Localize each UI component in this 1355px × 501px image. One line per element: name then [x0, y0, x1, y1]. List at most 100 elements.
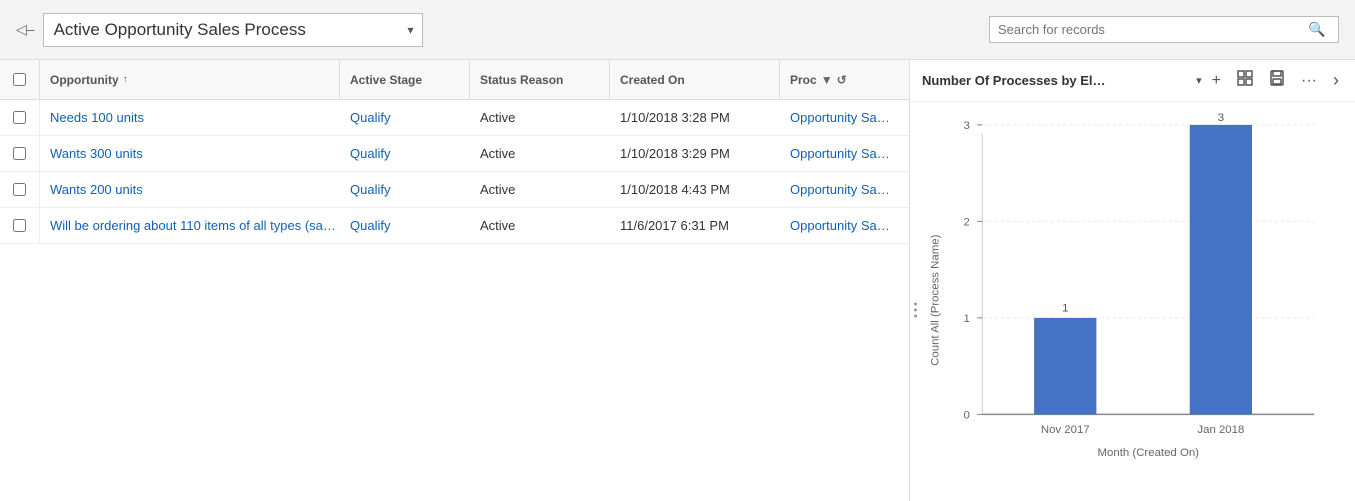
- chart-expand-button[interactable]: ›: [1329, 68, 1343, 93]
- x-axis-label: Month (Created On): [1098, 447, 1200, 459]
- cell-stage-0: Qualify: [340, 100, 470, 135]
- process-value-3[interactable]: Opportunity Sa…: [790, 218, 890, 233]
- cell-process-2: Opportunity Sa…: [780, 172, 910, 207]
- bar-label-jan-2018: 3: [1218, 112, 1224, 124]
- cell-status-3: Active: [470, 208, 610, 243]
- cell-status-1: Active: [470, 136, 610, 171]
- col-header-created-on[interactable]: Created On: [610, 60, 780, 99]
- select-all-checkbox[interactable]: [13, 73, 26, 86]
- search-box: 🔍: [989, 16, 1339, 43]
- row-checkbox-1[interactable]: [13, 147, 26, 160]
- stage-value-2[interactable]: Qualify: [350, 182, 390, 197]
- cell-stage-2: Qualify: [340, 172, 470, 207]
- created-value-3: 11/6/2017 6:31 PM: [620, 218, 729, 233]
- cell-created-1: 1/10/2018 3:29 PM: [610, 136, 780, 171]
- dot-1: [914, 303, 917, 306]
- refresh-icon[interactable]: ↺: [837, 73, 847, 87]
- col-status-label: Status Reason: [480, 73, 563, 87]
- col-process-label: Proc: [790, 73, 817, 87]
- table-section: Opportunity ↑ Active Stage Status Reason…: [0, 60, 910, 501]
- cell-opportunity-0: Needs 100 units: [40, 100, 340, 135]
- y-tick-0: 0: [963, 410, 969, 422]
- row-checkbox-2[interactable]: [13, 183, 26, 196]
- cell-status-0: Active: [470, 100, 610, 135]
- opportunity-link-1[interactable]: Wants 300 units: [50, 146, 143, 161]
- stage-value-3[interactable]: Qualify: [350, 218, 390, 233]
- filter-icon[interactable]: ▼: [821, 73, 833, 87]
- col-created-label: Created On: [620, 73, 685, 87]
- main-content: Opportunity ↑ Active Stage Status Reason…: [0, 60, 1355, 501]
- stage-value-1[interactable]: Qualify: [350, 146, 390, 161]
- stage-value-0[interactable]: Qualify: [350, 110, 390, 125]
- status-value-2: Active: [480, 182, 515, 197]
- y-tick-2: 2: [963, 217, 969, 229]
- chart-drag-handle[interactable]: [910, 303, 921, 318]
- chart-add-button[interactable]: +: [1208, 70, 1225, 92]
- y-tick-1: 1: [963, 313, 969, 325]
- search-input[interactable]: [998, 22, 1308, 37]
- chart-title-dropdown-icon[interactable]: ▾: [1196, 74, 1202, 87]
- view-title[interactable]: Active Opportunity Sales Process: [43, 13, 423, 47]
- cell-process-1: Opportunity Sa…: [780, 136, 910, 171]
- cell-process-0: Opportunity Sa…: [780, 100, 910, 135]
- opportunity-link-3[interactable]: Will be ordering about 110 items of all …: [50, 218, 336, 233]
- cell-status-2: Active: [470, 172, 610, 207]
- chart-save-button[interactable]: [1265, 68, 1289, 93]
- cell-opportunity-1: Wants 300 units: [40, 136, 340, 171]
- sort-asc-icon: ↑: [123, 74, 128, 85]
- row-checkbox-cell-2[interactable]: [0, 172, 40, 207]
- x-label-jan-2018: Jan 2018: [1197, 424, 1244, 436]
- search-icon[interactable]: 🔍: [1308, 21, 1325, 38]
- row-checkbox-cell-3[interactable]: [0, 208, 40, 243]
- y-axis-label: Count All (Process Name): [930, 234, 942, 365]
- chart-title: Number Of Processes by El…: [922, 73, 1190, 88]
- table-row: Needs 100 units Qualify Active 1/10/2018…: [0, 100, 909, 136]
- table-row: Wants 200 units Qualify Active 1/10/2018…: [0, 172, 909, 208]
- header-bar: ◁– Active Opportunity Sales Process 🔍: [0, 0, 1355, 60]
- chart-layout-button[interactable]: [1233, 68, 1257, 93]
- row-checkbox-cell-0[interactable]: [0, 100, 40, 135]
- created-value-1: 1/10/2018 3:29 PM: [620, 146, 730, 161]
- layout-icon: [1237, 70, 1253, 86]
- chart-more-button[interactable]: ···: [1297, 70, 1321, 92]
- status-value-3: Active: [480, 218, 515, 233]
- col-header-process[interactable]: Proc ▼ ↺: [780, 60, 910, 99]
- process-value-1[interactable]: Opportunity Sa…: [790, 146, 890, 161]
- save-icon: [1269, 70, 1285, 86]
- dot-3: [914, 315, 917, 318]
- cell-stage-1: Qualify: [340, 136, 470, 171]
- status-value-1: Active: [480, 146, 515, 161]
- nav-back-icon[interactable]: ◁–: [16, 21, 35, 38]
- x-label-nov-2017: Nov 2017: [1041, 424, 1090, 436]
- cell-created-0: 1/10/2018 3:28 PM: [610, 100, 780, 135]
- header-left: ◁– Active Opportunity Sales Process: [16, 13, 423, 47]
- bar-jan-2018[interactable]: [1190, 125, 1252, 414]
- chart-section: Number Of Processes by El… ▾ +: [910, 60, 1355, 501]
- bar-chart-svg: Count All (Process Name) 0 1 2: [920, 112, 1335, 489]
- table-body: Needs 100 units Qualify Active 1/10/2018…: [0, 100, 909, 244]
- opportunity-link-2[interactable]: Wants 200 units: [50, 182, 143, 197]
- col-header-active-stage[interactable]: Active Stage: [340, 60, 470, 99]
- process-value-2[interactable]: Opportunity Sa…: [790, 182, 890, 197]
- bar-nov-2017[interactable]: [1034, 318, 1096, 414]
- status-value-0: Active: [480, 110, 515, 125]
- col-stage-label: Active Stage: [350, 73, 422, 87]
- col-header-status-reason[interactable]: Status Reason: [470, 60, 610, 99]
- row-checkbox-0[interactable]: [13, 111, 26, 124]
- row-checkbox-cell-1[interactable]: [0, 136, 40, 171]
- table-row: Will be ordering about 110 items of all …: [0, 208, 909, 244]
- opportunity-link-0[interactable]: Needs 100 units: [50, 110, 144, 125]
- row-checkbox-3[interactable]: [13, 219, 26, 232]
- process-value-0[interactable]: Opportunity Sa…: [790, 110, 890, 125]
- select-all-checkbox-cell[interactable]: [0, 60, 40, 99]
- cell-opportunity-2: Wants 200 units: [40, 172, 340, 207]
- col-header-opportunity[interactable]: Opportunity ↑: [40, 60, 340, 99]
- cell-process-3: Opportunity Sa…: [780, 208, 910, 243]
- chart-container: Count All (Process Name) 0 1 2: [910, 102, 1355, 501]
- cell-opportunity-3: Will be ordering about 110 items of all …: [40, 208, 340, 243]
- dot-2: [914, 309, 917, 312]
- created-value-0: 1/10/2018 3:28 PM: [620, 110, 730, 125]
- chart-header: Number Of Processes by El… ▾ +: [910, 60, 1355, 102]
- col-opportunity-label: Opportunity: [50, 73, 119, 87]
- cell-created-2: 1/10/2018 4:43 PM: [610, 172, 780, 207]
